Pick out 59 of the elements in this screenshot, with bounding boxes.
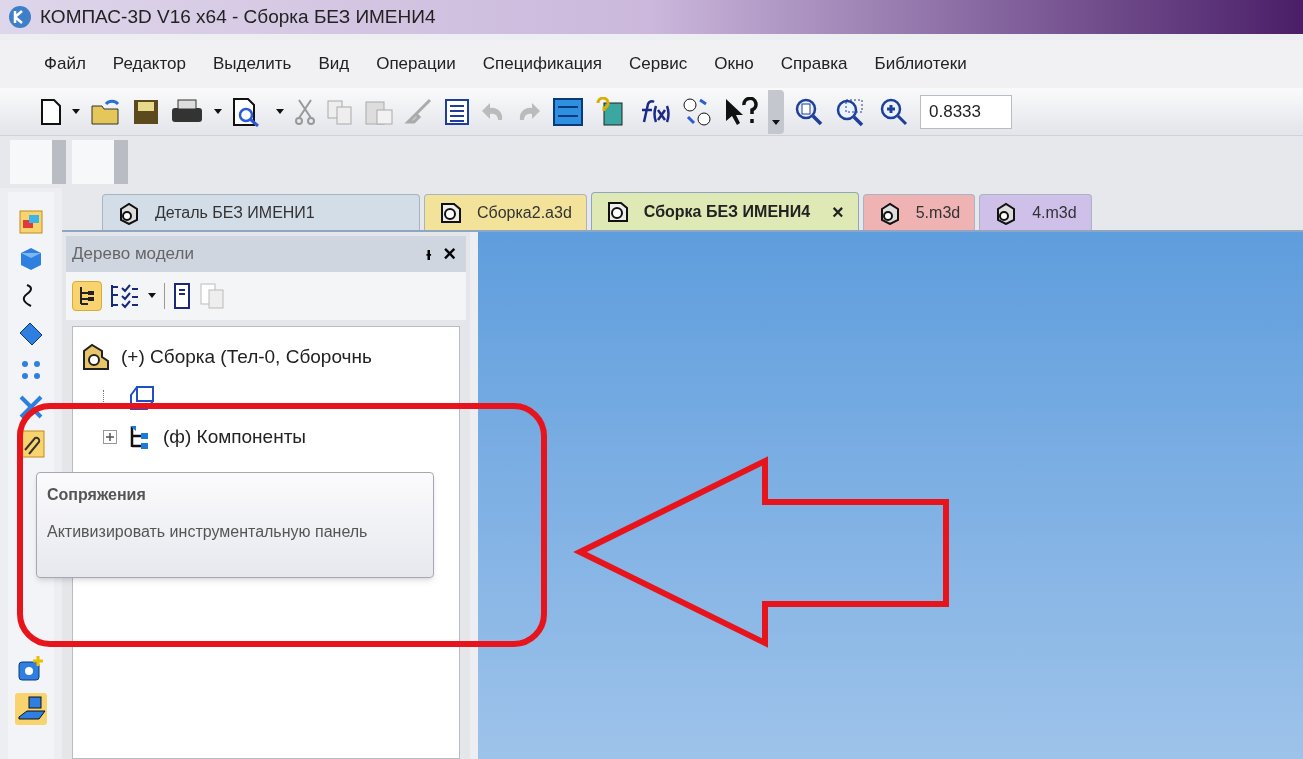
document-tab[interactable]: 5.m3d [862,194,976,230]
close-tab-button[interactable]: × [832,201,844,222]
dropdown-caret-icon[interactable] [148,293,156,299]
dropdown-caret-icon[interactable] [276,108,284,115]
toolbar-overflow[interactable] [768,89,784,134]
menu-item[interactable]: Сервис [629,51,688,77]
zoom-field[interactable]: 0.8333 [920,94,1012,129]
assembly-icon [81,343,111,371]
tooltip-text: Активизировать инструментальную панель [47,522,369,542]
document-tab[interactable]: 4.m3d [979,194,1092,230]
zoom-in-icon[interactable] [878,96,910,127]
cabinet-icon[interactable] [552,96,584,127]
menu-item[interactable]: Операции [376,51,456,77]
swap-numbers-icon[interactable] [680,96,714,127]
menu-item[interactable]: Выделить [213,51,292,77]
boxes-icon[interactable] [17,208,45,236]
assembly-icon [439,200,463,225]
tree-view-button[interactable] [72,281,102,311]
app-logo-icon [8,5,32,29]
zoom-fit-icon[interactable] [794,96,824,127]
document-tab[interactable]: Сборка2.a3d [424,194,587,230]
save-icon[interactable] [132,97,160,126]
axes-icon [127,383,157,411]
scissors-icon[interactable] [294,97,316,126]
tree-item[interactable]: (ф) Компоненты [163,422,307,452]
tree-item[interactable]: (+) Сборка (Тел-0, Сборочнь [121,342,372,372]
assembly-icon [605,199,630,224]
toolbar-handle[interactable] [72,140,128,184]
menu-item[interactable]: Библиотеки [874,51,967,77]
expand-icon[interactable] [103,430,117,444]
document-tab[interactable]: Деталь БЕЗ ИМЕНИ1 [102,194,420,230]
context-help-icon[interactable] [724,96,758,127]
dropdown-caret-icon[interactable] [214,108,222,115]
menu-item[interactable]: Справка [780,51,848,77]
tree-icon [78,286,96,306]
tooltip-title: Сопряжения [47,485,147,505]
part-icon [117,200,141,225]
menu-item[interactable]: Файл [44,51,86,77]
window-title: КОМПАС-3D V16 x64 - Сборка БЕЗ ИМЕНИ4 [40,4,436,29]
menu-item[interactable]: Окно [714,51,754,77]
open-folder-icon[interactable] [90,97,122,126]
checklist-icon[interactable] [110,283,140,309]
document-tab[interactable]: Сборка БЕЗ ИМЕНИ4 × [590,192,859,230]
toolbar-handle[interactable] [10,140,66,184]
mirror-icon[interactable] [17,393,45,421]
dropdown-caret-icon[interactable] [72,108,80,115]
pin-button[interactable]: ᵼ [418,240,440,268]
caret-icon [772,119,780,126]
add-component-icon[interactable] [16,654,46,684]
new-file-icon[interactable] [40,97,62,126]
document-icon[interactable] [173,282,191,310]
menu-item[interactable]: Редактор [112,51,186,77]
menu-item[interactable]: Вид [318,51,350,77]
help-variables-icon[interactable] [594,96,626,127]
table-icon[interactable] [444,97,470,126]
panel-title: Дерево модели [72,243,195,266]
menu-item[interactable]: Спецификация [482,51,603,77]
placement-icon[interactable] [15,693,47,725]
close-button[interactable]: × [439,243,460,265]
